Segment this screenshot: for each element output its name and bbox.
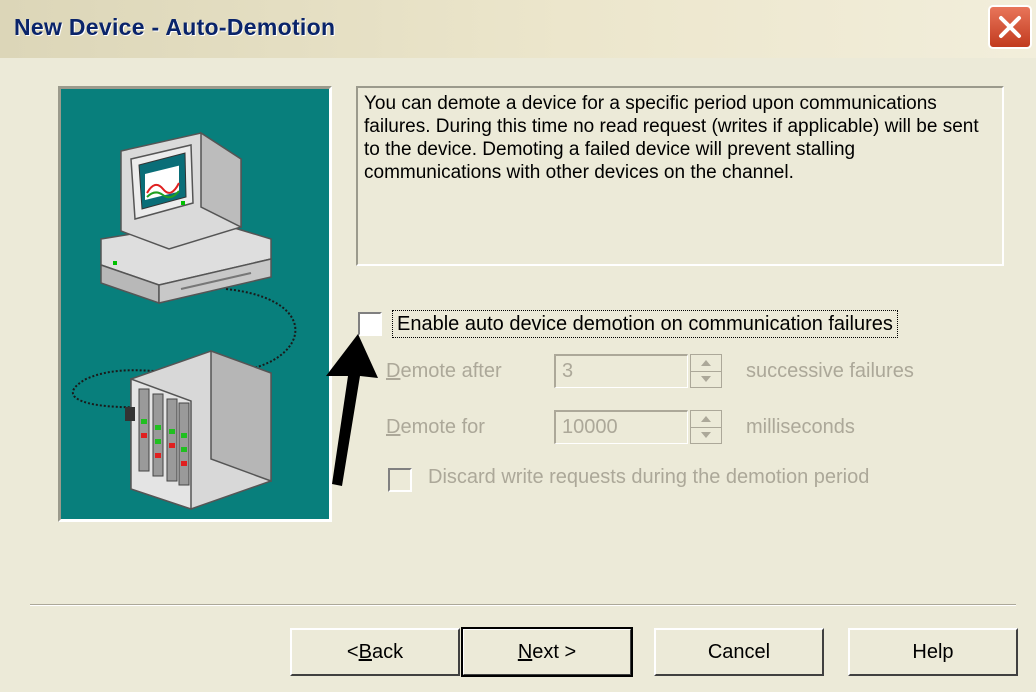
spin-up-icon <box>701 416 711 422</box>
demote-for-label: Demote for <box>386 416 485 438</box>
help-button[interactable]: Help <box>848 628 1018 676</box>
device-rack-illustration <box>125 349 272 511</box>
discard-writes-label: Discard write requests during the demoti… <box>428 466 870 488</box>
spin-down-icon <box>701 432 711 438</box>
description-box: You can demote a device for a specific p… <box>356 86 1004 266</box>
next-key: N <box>517 640 533 663</box>
discard-writes-checkbox[interactable] <box>388 468 412 492</box>
demote-for-suffix: milliseconds <box>746 416 855 438</box>
demote-after-suffix: successive failures <box>746 360 914 382</box>
wizard-illustration <box>58 86 332 522</box>
demote-for-input[interactable]: 10000 <box>554 410 688 444</box>
back-rest: ack <box>371 640 404 663</box>
back-key: B <box>358 640 372 663</box>
next-button[interactable]: Next > <box>461 627 633 677</box>
spin-up-icon <box>701 360 711 366</box>
demote-after-label: Demote after <box>386 360 502 382</box>
window-title: New Device - Auto-Demotion <box>14 14 336 40</box>
back-button[interactable]: < Back <box>290 628 460 676</box>
spin-down-button[interactable] <box>691 427 721 443</box>
cancel-button[interactable]: Cancel <box>654 628 824 676</box>
spin-up-button[interactable] <box>691 355 721 372</box>
spin-down-button[interactable] <box>691 371 721 387</box>
separator-line <box>30 604 1016 606</box>
demote-after-input[interactable]: 3 <box>554 354 688 388</box>
spin-down-icon <box>701 376 711 382</box>
spin-up-button[interactable] <box>691 411 721 428</box>
close-icon <box>999 16 1021 38</box>
demote-for-spinner[interactable] <box>690 410 722 444</box>
title-bar: New Device - Auto-Demotion <box>0 0 1036 58</box>
arrow-annotation-icon <box>326 334 378 486</box>
enable-demotion-label[interactable]: Enable auto device demotion on communica… <box>392 310 898 338</box>
close-button[interactable] <box>988 5 1032 49</box>
next-rest: ext > <box>532 640 577 663</box>
back-prefix: < <box>346 640 359 663</box>
demote-after-spinner[interactable] <box>690 354 722 388</box>
